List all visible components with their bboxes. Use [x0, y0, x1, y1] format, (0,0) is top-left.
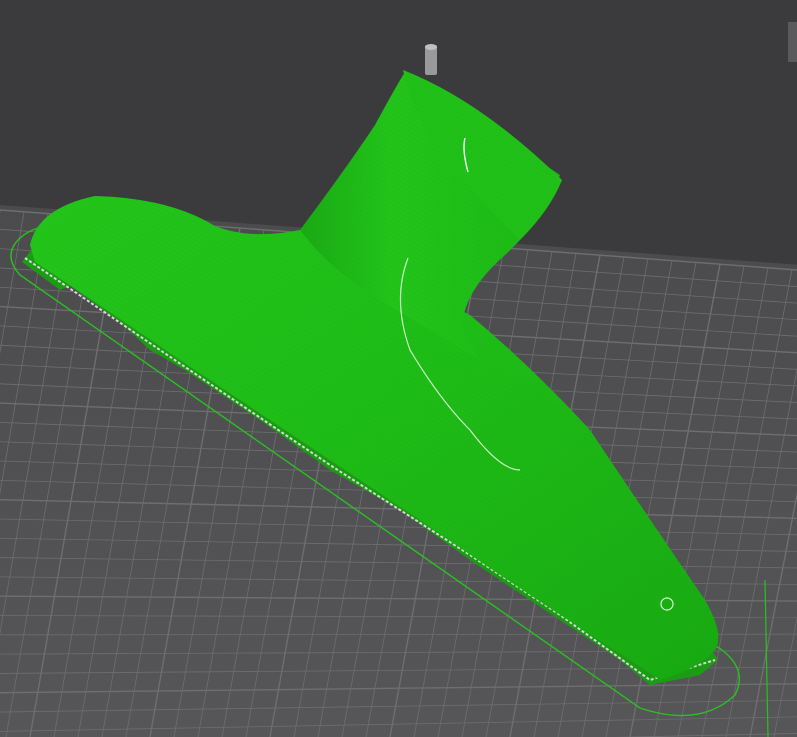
view-widget-icon[interactable] [788, 22, 797, 62]
3d-viewport[interactable] [0, 0, 797, 737]
nozzle-icon [425, 44, 437, 75]
scene-canvas[interactable] [0, 0, 797, 737]
